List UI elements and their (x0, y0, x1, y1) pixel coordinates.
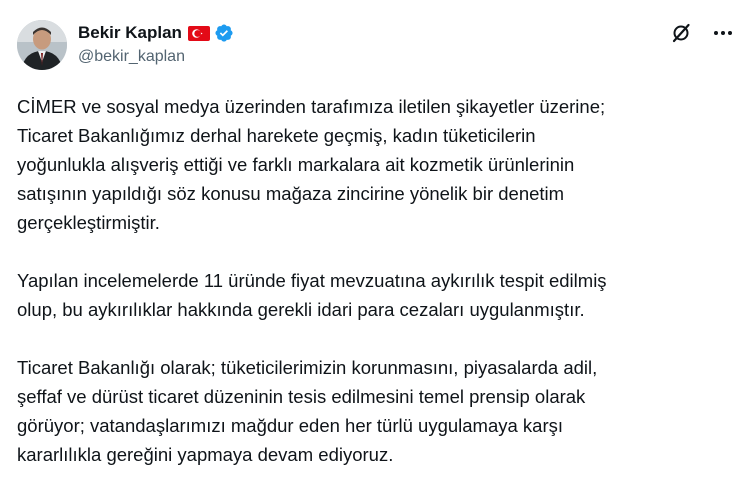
text-line: Ticaret Bakanlığımız derhal harekete geç… (17, 125, 536, 146)
author-name-row: Bekir Kaplan (78, 21, 234, 45)
text-line: olup, bu aykırılıklar hakkında gerekli i… (17, 299, 585, 320)
post-paragraph-2: Yapılan incelemelerde 11 üründe fiyat me… (17, 266, 737, 324)
text-line: yoğunlukla alışveriş ettiği ve farklı ma… (17, 154, 575, 175)
text-line: kararlılıkla gereğini yapmaya devam ediy… (17, 444, 394, 465)
grok-icon[interactable] (670, 22, 692, 44)
avatar-image (17, 20, 67, 70)
author-info: Bekir Kaplan @bekir_kaplan (78, 21, 234, 67)
avatar[interactable] (17, 20, 67, 70)
post-paragraph-3: Ticaret Bakanlığı olarak; tüketicilerimi… (17, 353, 737, 469)
verified-badge-icon (214, 23, 234, 43)
text-line: Ticaret Bakanlığı olarak; tüketicilerimi… (17, 357, 598, 378)
text-line: gerçekleştirmiştir. (17, 212, 160, 233)
post-actions (670, 22, 734, 44)
text-line: Yapılan incelemelerde 11 üründe fiyat me… (17, 270, 607, 291)
post-paragraph-1: CİMER ve sosyal medya üzerinden tarafımı… (17, 92, 737, 237)
text-line: CİMER ve sosyal medya üzerinden tarafımı… (17, 96, 606, 117)
more-options-icon[interactable] (712, 22, 734, 44)
text-line: satışının yapıldığı söz konusu mağaza zi… (17, 183, 565, 204)
author-handle[interactable]: @bekir_kaplan (78, 47, 234, 67)
post-card: Bekir Kaplan @bekir_kaplan CİMER ve sosy… (0, 0, 750, 490)
turkey-flag-icon (187, 25, 210, 41)
text-line: şeffaf ve dürüst ticaret düzeninin tesis… (17, 386, 586, 407)
text-line: görüyor; vatandaşlarımızı mağdur eden he… (17, 415, 564, 436)
post-text: CİMER ve sosyal medya üzerinden tarafımı… (17, 92, 737, 498)
author-display-name[interactable]: Bekir Kaplan (78, 21, 182, 45)
